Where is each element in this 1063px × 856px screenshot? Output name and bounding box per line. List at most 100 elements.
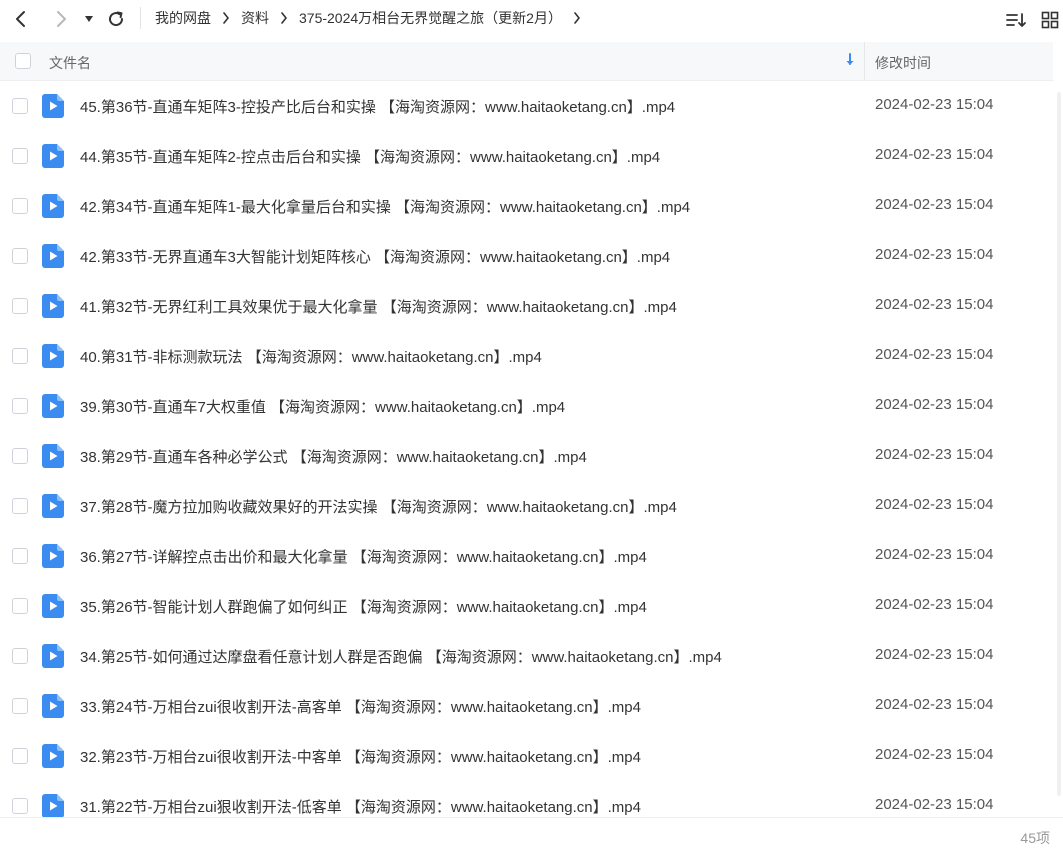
refresh-icon <box>109 11 124 27</box>
video-file-icon <box>42 94 64 122</box>
file-row[interactable]: 31.第22节-万相台zui狠收割开法-低客单 【海淘资源网：www.haita… <box>0 781 1053 817</box>
file-modified-time: 2024-02-23 15:04 <box>875 196 994 213</box>
row-checkbox[interactable] <box>12 748 28 764</box>
file-name[interactable]: 41.第32节-无界红利工具效果优于最大化拿量 【海淘资源网：www.haita… <box>80 296 677 317</box>
chevron-right-icon <box>57 11 66 27</box>
file-row[interactable]: 32.第23节-万相台zui很收割开法-中客单 【海淘资源网：www.haita… <box>0 731 1053 781</box>
scrollbar[interactable] <box>1057 92 1061 796</box>
file-modified-time: 2024-02-23 15:04 <box>875 346 994 363</box>
caret-down-icon <box>85 16 93 22</box>
row-checkbox[interactable] <box>12 598 28 614</box>
video-file-icon <box>42 394 64 422</box>
row-checkbox[interactable] <box>12 298 28 314</box>
file-name[interactable]: 39.第30节-直通车7大权重值 【海淘资源网：www.haitaoketang… <box>80 396 565 417</box>
video-file-icon <box>42 744 64 772</box>
file-name[interactable]: 45.第36节-直通车矩阵3-控投产比后台和实操 【海淘资源网：www.hait… <box>80 96 675 117</box>
file-modified-time: 2024-02-23 15:04 <box>875 696 994 713</box>
view-mode-button[interactable] <box>1038 8 1062 32</box>
video-file-icon <box>42 544 64 572</box>
select-all-checkbox[interactable] <box>15 53 31 69</box>
file-row[interactable]: 33.第24节-万相台zui很收割开法-高客单 【海淘资源网：www.haita… <box>0 681 1053 731</box>
file-name[interactable]: 44.第35节-直通车矩阵2-控点击后台和实操 【海淘资源网：www.haita… <box>80 146 660 167</box>
refresh-button[interactable] <box>103 6 129 32</box>
row-checkbox[interactable] <box>12 548 28 564</box>
video-file-icon <box>42 694 64 722</box>
breadcrumb-item-current[interactable]: 375-2024万相台无界觉醒之旅（更新2月） <box>299 8 562 28</box>
file-modified-time: 2024-02-23 15:04 <box>875 496 994 513</box>
file-row[interactable]: 37.第28节-魔方拉加购收藏效果好的开法实操 【海淘资源网：www.haita… <box>0 481 1053 531</box>
list-header: 文件名 修改时间 <box>0 42 1053 81</box>
file-row[interactable]: 41.第32节-无界红利工具效果优于最大化拿量 【海淘资源网：www.haita… <box>0 281 1053 331</box>
sort-button[interactable] <box>1004 8 1028 32</box>
file-name[interactable]: 37.第28节-魔方拉加购收藏效果好的开法实操 【海淘资源网：www.haita… <box>80 496 677 517</box>
file-list: 45.第36节-直通车矩阵3-控投产比后台和实操 【海淘资源网：www.hait… <box>0 81 1053 817</box>
file-modified-time: 2024-02-23 15:04 <box>875 146 994 163</box>
file-name[interactable]: 40.第31节-非标测款玩法 【海淘资源网：www.haitaoketang.c… <box>80 346 542 367</box>
breadcrumb: 我的网盘 资料 375-2024万相台无界觉醒之旅（更新2月） <box>140 0 592 36</box>
video-file-icon <box>42 194 64 222</box>
breadcrumb-item-root[interactable]: 我的网盘 <box>155 8 211 28</box>
row-checkbox[interactable] <box>12 498 28 514</box>
grid-view-icon <box>1041 11 1059 29</box>
file-name[interactable]: 31.第22节-万相台zui狠收割开法-低客单 【海淘资源网：www.haita… <box>80 796 641 817</box>
file-row[interactable]: 35.第26节-智能计划人群跑偏了如何纠正 【海淘资源网：www.haitaok… <box>0 581 1053 631</box>
file-modified-time: 2024-02-23 15:04 <box>875 446 994 463</box>
file-name[interactable]: 38.第29节-直通车各种必学公式 【海淘资源网：www.haitaoketan… <box>80 446 587 467</box>
file-modified-time: 2024-02-23 15:04 <box>875 396 994 413</box>
file-row[interactable]: 36.第27节-详解控点击出价和最大化拿量 【海淘资源网：www.haitaok… <box>0 531 1053 581</box>
file-row[interactable]: 42.第33节-无界直通车3大智能计划矩阵核心 【海淘资源网：www.haita… <box>0 231 1053 281</box>
forward-button[interactable] <box>48 6 74 32</box>
row-checkbox[interactable] <box>12 398 28 414</box>
file-name[interactable]: 34.第25节-如何通过达摩盘看任意计划人群是否跑偏 【海淘资源网：www.ha… <box>80 646 722 667</box>
breadcrumb-item-folder[interactable]: 资料 <box>241 8 269 28</box>
row-checkbox[interactable] <box>12 698 28 714</box>
row-checkbox[interactable] <box>12 798 28 814</box>
row-checkbox[interactable] <box>12 248 28 264</box>
column-header-modified-time[interactable]: 修改时间 <box>875 53 931 73</box>
row-checkbox[interactable] <box>12 448 28 464</box>
chevron-right-icon <box>222 12 230 24</box>
video-file-icon <box>42 594 64 622</box>
row-checkbox[interactable] <box>12 98 28 114</box>
file-row[interactable]: 39.第30节-直通车7大权重值 【海淘资源网：www.haitaoketang… <box>0 381 1053 431</box>
file-row[interactable]: 38.第29节-直通车各种必学公式 【海淘资源网：www.haitaoketan… <box>0 431 1053 481</box>
file-name[interactable]: 42.第34节-直通车矩阵1-最大化拿量后台和实操 【海淘资源网：www.hai… <box>80 196 690 217</box>
row-checkbox[interactable] <box>12 648 28 664</box>
column-divider[interactable] <box>864 42 865 80</box>
video-file-icon <box>42 244 64 272</box>
video-file-icon <box>42 144 64 172</box>
back-button[interactable] <box>8 6 34 32</box>
file-modified-time: 2024-02-23 15:04 <box>875 246 994 263</box>
file-modified-time: 2024-02-23 15:04 <box>875 646 994 663</box>
video-file-icon <box>42 794 64 817</box>
row-checkbox[interactable] <box>12 148 28 164</box>
arrow-down-icon <box>846 53 854 65</box>
file-row[interactable]: 44.第35节-直通车矩阵2-控点击后台和实操 【海淘资源网：www.haita… <box>0 131 1053 181</box>
file-modified-time: 2024-02-23 15:04 <box>875 796 994 813</box>
file-name[interactable]: 42.第33节-无界直通车3大智能计划矩阵核心 【海淘资源网：www.haita… <box>80 246 670 267</box>
video-file-icon <box>42 294 64 322</box>
file-modified-time: 2024-02-23 15:04 <box>875 596 994 613</box>
chevron-left-icon <box>16 11 25 27</box>
row-checkbox[interactable] <box>12 348 28 364</box>
file-name[interactable]: 32.第23节-万相台zui很收割开法-中客单 【海淘资源网：www.haita… <box>80 746 641 767</box>
column-header-name[interactable]: 文件名 <box>49 53 91 73</box>
video-file-icon <box>42 344 64 372</box>
video-file-icon <box>42 494 64 522</box>
file-name[interactable]: 36.第27节-详解控点击出价和最大化拿量 【海淘资源网：www.haitaok… <box>80 546 647 567</box>
file-name[interactable]: 33.第24节-万相台zui很收割开法-高客单 【海淘资源网：www.haita… <box>80 696 641 717</box>
file-row[interactable]: 42.第34节-直通车矩阵1-最大化拿量后台和实操 【海淘资源网：www.hai… <box>0 181 1053 231</box>
video-file-icon <box>42 444 64 472</box>
row-checkbox[interactable] <box>12 198 28 214</box>
sort-list-icon <box>1006 13 1026 27</box>
file-name[interactable]: 35.第26节-智能计划人群跑偏了如何纠正 【海淘资源网：www.haitaok… <box>80 596 647 617</box>
file-modified-time: 2024-02-23 15:04 <box>875 546 994 563</box>
file-row[interactable]: 34.第25节-如何通过达摩盘看任意计划人群是否跑偏 【海淘资源网：www.ha… <box>0 631 1053 681</box>
video-file-icon <box>42 644 64 672</box>
history-dropdown-button[interactable] <box>77 6 101 32</box>
status-bar: 45项 <box>0 817 1063 856</box>
file-row[interactable]: 45.第36节-直通车矩阵3-控投产比后台和实操 【海淘资源网：www.hait… <box>0 81 1053 131</box>
breadcrumb-expand-button[interactable] <box>573 12 581 24</box>
sort-direction-button[interactable] <box>845 53 855 70</box>
file-row[interactable]: 40.第31节-非标测款玩法 【海淘资源网：www.haitaoketang.c… <box>0 331 1053 381</box>
